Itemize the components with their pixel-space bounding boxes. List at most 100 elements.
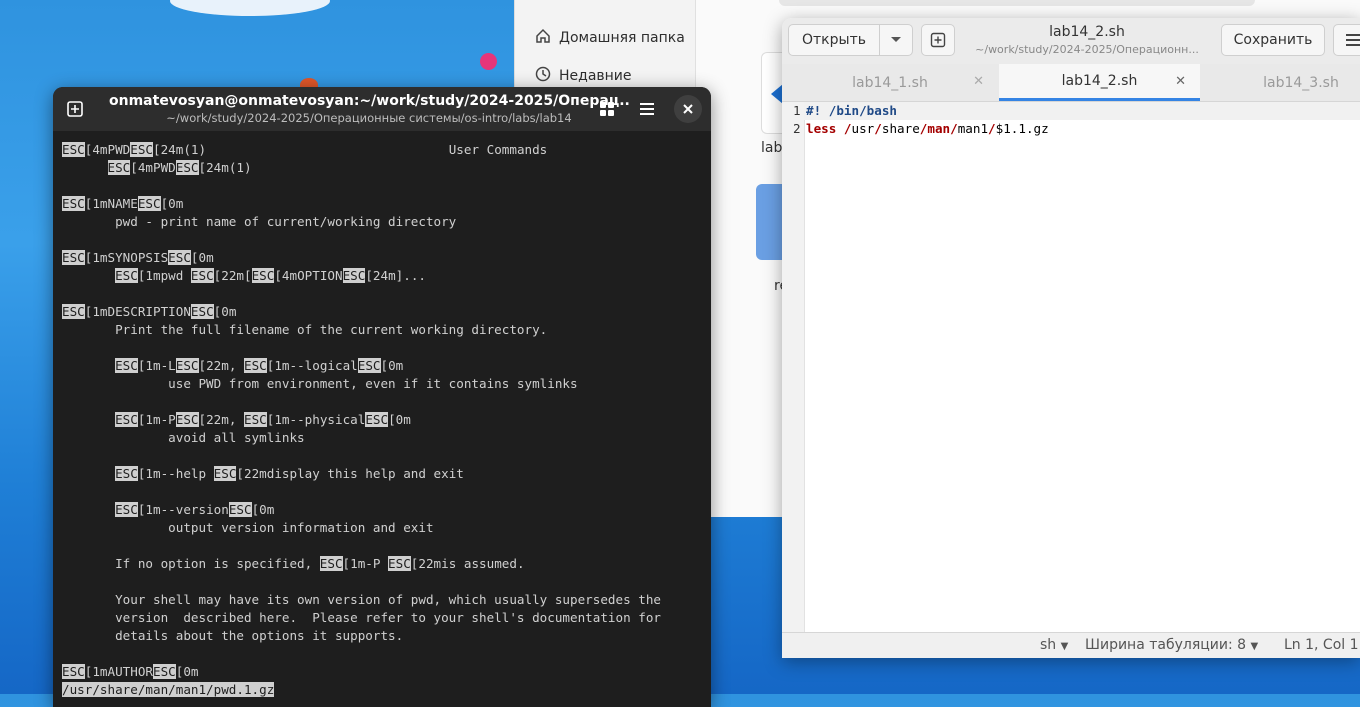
cloud [170, 0, 330, 16]
terminal-line: Your shell may have its own version of p… [62, 591, 711, 609]
close-icon [683, 104, 693, 114]
escape-marker: ESC [357, 358, 381, 373]
hamburger-icon [1346, 34, 1360, 46]
language-selector[interactable]: sh ▼ [1040, 637, 1068, 653]
terminal-line: pwd - print name of current/working dire… [62, 213, 711, 231]
code-token: share [881, 121, 920, 136]
open-dropdown-button[interactable] [879, 24, 913, 56]
escape-marker: ESC [190, 268, 214, 283]
escape-marker: ESC [168, 250, 191, 265]
close-button[interactable] [674, 95, 702, 123]
terminal-line: version described here. Please refer to … [62, 609, 711, 627]
document-path: ~/work/study/2024-2025/Операционн... [975, 43, 1199, 56]
code-text: less /usr/share/man/man1/$1.1.gz [806, 120, 1049, 138]
close-tab-icon[interactable]: ✕ [1175, 74, 1186, 89]
escape-marker: ESC [388, 556, 411, 571]
code-token: / [988, 121, 996, 136]
terminal-title: onmatevosyan@onmatevosyan:~/work/study/2… [109, 93, 629, 109]
terminal-text: [1m-P [137, 412, 176, 427]
code-line[interactable]: 1 #! /bin/bash [782, 102, 1360, 120]
tab-lab14-3[interactable]: lab14_3.sh [1201, 64, 1360, 101]
status-bar: sh ▼ Ширина табуляции: 8 ▼ Ln 1, Col 1 [782, 632, 1360, 658]
line-number: 1 [793, 103, 801, 118]
escape-marker: ESC [115, 358, 138, 373]
escape-marker: ESC [115, 502, 138, 517]
terminal-text: Print the full filename of the current w… [62, 322, 548, 337]
terminal-line: ESC[1mpwd ESC[22m[ESC[4mOPTIONESC[24m]..… [62, 267, 711, 285]
line-number: 2 [793, 121, 801, 136]
code-line[interactable]: 2 less /usr/share/man/man1/$1.1.gz [782, 120, 1360, 138]
new-tab-button[interactable] [61, 95, 89, 123]
escape-marker: ESC [115, 466, 138, 481]
terminal-line: ESC[1m--versionESC[0m [62, 501, 711, 519]
chevron-down-icon: ▼ [1060, 641, 1069, 652]
terminal-line: ESC[1mDESCRIPTIONESC[0m [62, 303, 711, 321]
tab-lab14-1[interactable]: lab14_1.sh ✕ [782, 64, 998, 101]
escape-marker: ESC [153, 664, 176, 679]
terminal-line: ESC[1mNAMEESC[0m [62, 195, 711, 213]
terminal-subtitle: ~/work/study/2024-2025/Операционные сист… [166, 111, 572, 125]
terminal-text: [1m-P [342, 556, 389, 571]
escape-marker: ESC [175, 412, 199, 427]
escape-marker: ESC [213, 466, 237, 481]
sidebar-item-recent[interactable]: Недавние [535, 66, 632, 86]
terminal-text: [1mAUTHOR [84, 664, 153, 679]
terminal-text: [22mis assumed. [410, 556, 525, 571]
new-document-button[interactable] [921, 24, 955, 56]
escape-marker: ESC [175, 160, 199, 175]
terminal-line: ESC[1mSYNOPSISESC[0m [62, 249, 711, 267]
sidebar-item-label: Домашняя папка [559, 30, 685, 46]
close-tab-icon[interactable]: ✕ [973, 74, 984, 89]
code-text: #! /bin/bash [806, 102, 897, 120]
terminal-text: pwd - print name of current/working dire… [62, 214, 457, 229]
sidebar-item-home[interactable]: Домашняя папка [535, 28, 685, 48]
terminal-output[interactable]: ESC[4mPWDESC[24m(1) User Commands ESC[4m… [62, 141, 711, 707]
open-button[interactable]: Открыть [788, 24, 880, 56]
escape-marker: ESC [244, 412, 267, 427]
escape-marker: ESC [342, 268, 366, 283]
cursor-position[interactable]: Ln 1, Col 1 [1284, 637, 1359, 653]
editor-window: Открыть lab14_2.sh ~/work/study/2024-202… [782, 18, 1360, 658]
code-token: $1.1.gz [995, 121, 1049, 136]
escape-marker: ESC [62, 196, 85, 211]
chevron-down-icon [891, 37, 901, 42]
save-button[interactable]: Сохранить [1221, 24, 1325, 56]
files-header [779, 0, 1255, 6]
escape-marker: ESC [190, 304, 214, 319]
escape-marker: ESC [107, 160, 131, 175]
tab-lab14-2[interactable]: lab14_2.sh ✕ [999, 64, 1200, 101]
pager-prompt: /usr/share/man/man1/pwd.1.gz [62, 682, 275, 697]
terminal-text: [4mOPTION [274, 268, 343, 283]
terminal-text: avoid all symlinks [62, 430, 305, 445]
escape-marker: ESC [251, 268, 275, 283]
code-token: /man/ [919, 121, 958, 136]
code-token: / [843, 121, 852, 136]
escape-marker: ESC [175, 358, 199, 373]
terminal-text: If no option is specified, [62, 556, 320, 571]
tabs-overview-button[interactable] [593, 95, 621, 123]
tab-width-selector[interactable]: Ширина табуляции: 8 ▼ [1085, 637, 1258, 653]
escape-marker: ESC [244, 358, 267, 373]
escape-marker: ESC [130, 142, 153, 157]
line-number-gutter [782, 102, 805, 632]
escape-marker: ESC [62, 142, 85, 157]
document-title: lab14_2.sh [1049, 24, 1125, 40]
escape-marker: ESC [62, 664, 85, 679]
terminal-text: details about the options it supports. [62, 628, 404, 643]
editor-menu-button[interactable] [1333, 24, 1360, 56]
escape-marker: ESC [365, 412, 389, 427]
chevron-down-icon: ▼ [1250, 641, 1259, 652]
terminal-text: [4mPWD [130, 160, 176, 175]
terminal-text: [1mSYNOPSIS [84, 250, 169, 265]
menu-button[interactable] [633, 95, 661, 123]
terminal-text: [1m--version [137, 502, 229, 517]
